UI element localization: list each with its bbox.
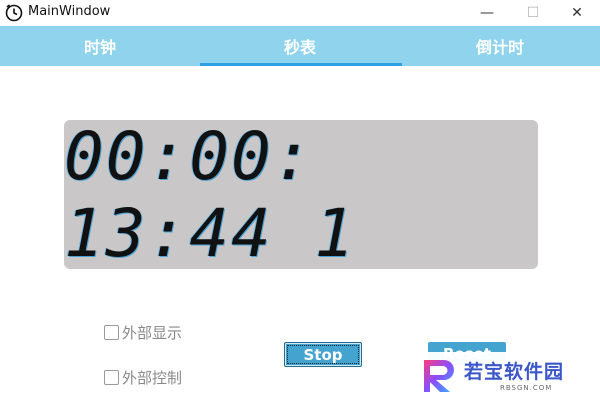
- stopwatch-display-panel: 00:00: 13:44 1: [64, 117, 538, 272]
- external-display-label: 外部显示: [122, 323, 183, 342]
- tab-clock[interactable]: 时钟: [0, 26, 200, 66]
- close-button[interactable]: ✕: [554, 0, 600, 26]
- watermark: 若宝软件园 RBSGN.COM: [416, 352, 600, 400]
- clock-icon: [5, 4, 23, 22]
- r-logo-icon: [424, 360, 454, 392]
- minimize-button[interactable]: —: [464, 0, 510, 26]
- external-control-option[interactable]: 外部控制: [104, 366, 182, 388]
- window-title: MainWindow: [28, 4, 111, 19]
- active-tab-indicator: [200, 63, 402, 66]
- checkbox-icon[interactable]: [104, 369, 119, 385]
- tab-countdown[interactable]: 倒计时: [400, 26, 600, 66]
- tab-stopwatch[interactable]: 秒表: [200, 26, 400, 66]
- close-icon: ✕: [571, 5, 583, 21]
- minimize-icon: —: [480, 5, 494, 21]
- external-display-option[interactable]: 外部显示: [104, 321, 182, 343]
- title-bar: MainWindow — ☐ ✕: [0, 0, 600, 26]
- external-control-label: 外部控制: [122, 368, 183, 387]
- maximize-icon: ☐: [526, 5, 540, 21]
- watermark-subtext: RBSGN.COM: [500, 384, 553, 392]
- stop-button[interactable]: Stop: [284, 342, 362, 367]
- stopwatch-time-display: 00:00: 13:44 1: [64, 117, 357, 272]
- stop-button-label: Stop: [303, 345, 343, 364]
- checkbox-icon[interactable]: [104, 324, 119, 340]
- tab-bar: 时钟 秒表 倒计时: [0, 26, 600, 66]
- maximize-button[interactable]: ☐: [510, 0, 556, 26]
- watermark-text: 若宝软件园: [464, 361, 565, 383]
